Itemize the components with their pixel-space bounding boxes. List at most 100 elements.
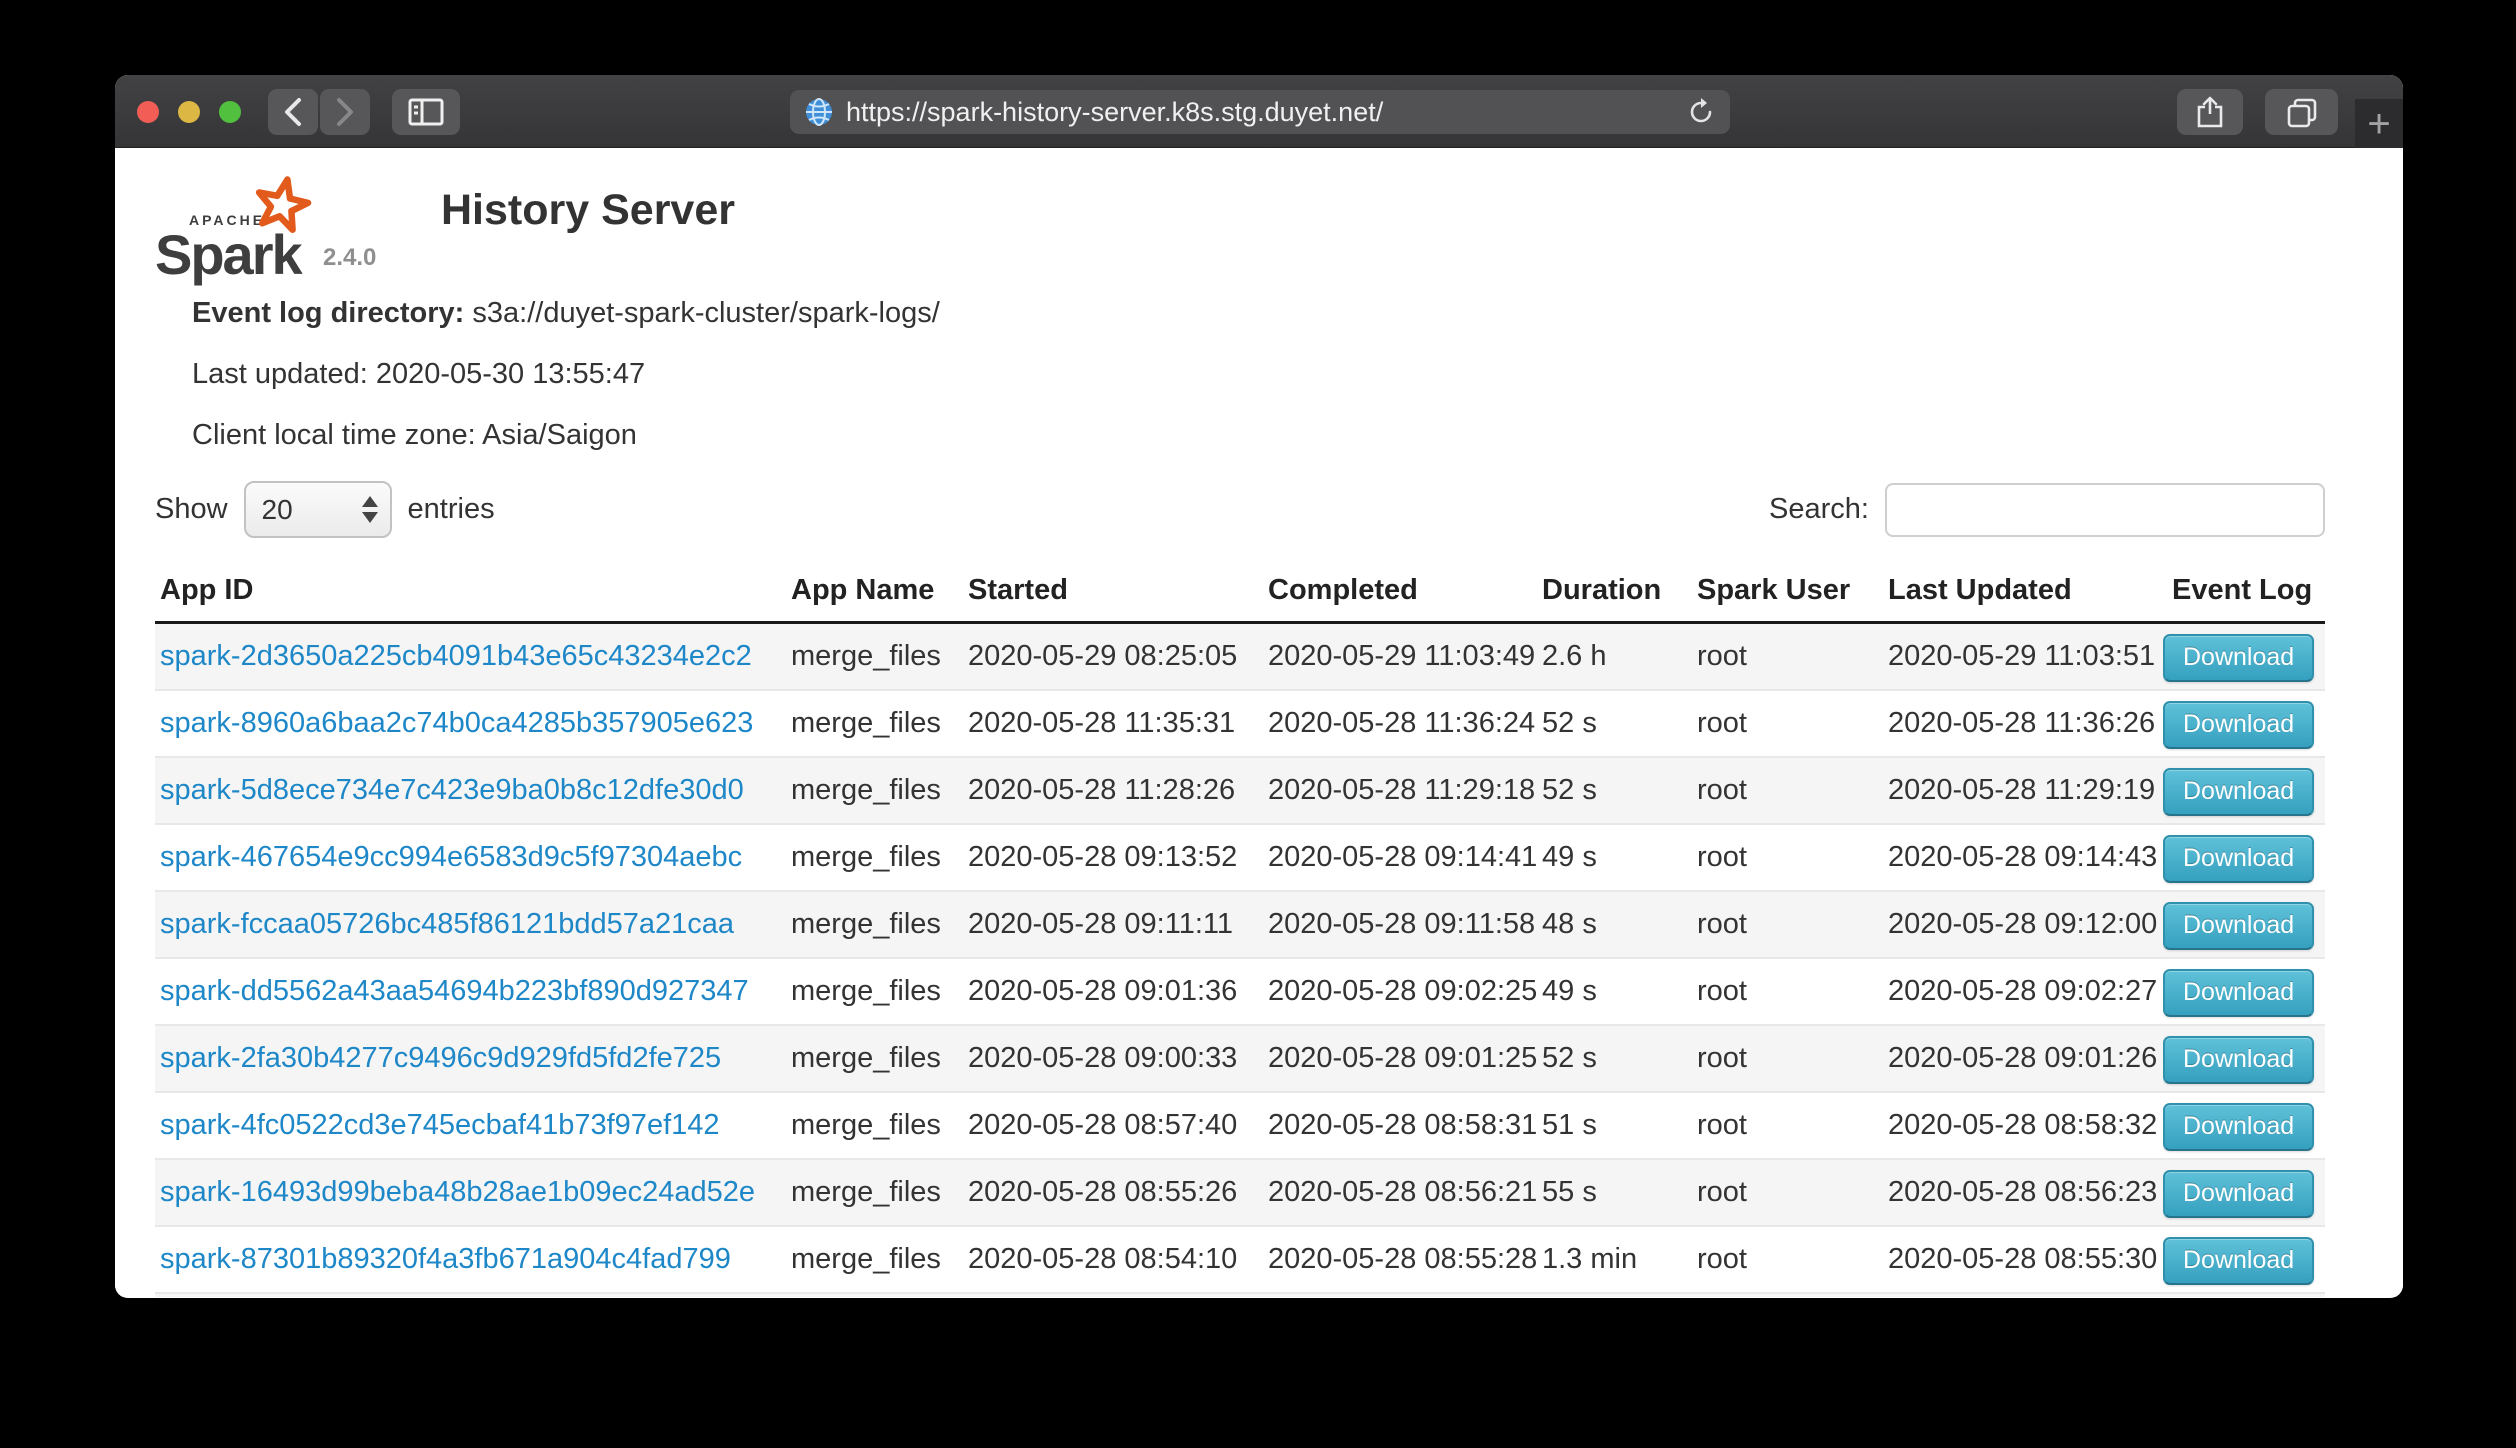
header-row: APACHE Spark 2.4.0 History Server xyxy=(155,172,2403,276)
started-cell: 2020-05-28 08:57:40 xyxy=(963,1092,1263,1159)
spark-user-cell: root xyxy=(1692,623,1883,691)
table-row: spark-fccaa05726bc485f86121bdd57a21caa m… xyxy=(155,891,2325,958)
download-button[interactable]: Download xyxy=(2163,969,2314,1017)
completed-cell: 2020-05-28 09:01:25 xyxy=(1263,1025,1537,1092)
started-cell: 2020-05-28 09:01:36 xyxy=(963,958,1263,1025)
app-id-link[interactable]: spark-16493d99beba48b28ae1b09ec24ad52e xyxy=(160,1176,755,1208)
event-log-directory-line: Event log directory: s3a://duyet-spark-c… xyxy=(192,298,2403,328)
close-window-button[interactable] xyxy=(137,101,159,123)
column-header-app-name[interactable]: App Name xyxy=(786,552,963,623)
share-icon xyxy=(2195,95,2225,129)
page-title: History Server xyxy=(441,186,735,235)
spark-user-cell: root xyxy=(1692,1159,1883,1226)
app-id-link[interactable]: spark-4fc0522cd3e745ecbaf41b73f97ef142 xyxy=(160,1109,720,1141)
reload-icon[interactable] xyxy=(1686,97,1716,127)
download-button[interactable]: Download xyxy=(2163,768,2314,816)
new-tab-button[interactable]: + xyxy=(2355,99,2403,148)
download-button[interactable]: Download xyxy=(2163,1036,2314,1084)
duration-cell: 55 s xyxy=(1537,1159,1692,1226)
server-info: Event log directory: s3a://duyet-spark-c… xyxy=(192,298,2403,450)
table-body: spark-2d3650a225cb4091b43e65c43234e2c2 m… xyxy=(155,623,2325,1298)
download-button[interactable]: Download xyxy=(2163,1170,2314,1218)
table-row: spark-16493d99beba48b28ae1b09ec24ad52e m… xyxy=(155,1159,2325,1226)
duration-cell: 51 s xyxy=(1537,1293,1692,1297)
download-button[interactable]: Download xyxy=(2163,1103,2314,1151)
app-id-link[interactable]: spark-fccaa05726bc485f86121bdd57a21caa xyxy=(160,908,734,940)
duration-cell: 52 s xyxy=(1537,690,1692,757)
address-bar[interactable]: https://spark-history-server.k8s.stg.duy… xyxy=(790,90,1730,134)
back-button[interactable] xyxy=(268,89,318,135)
column-header-last-updated[interactable]: Last Updated xyxy=(1883,552,2163,623)
download-button[interactable]: Download xyxy=(2163,701,2314,749)
table-row: spark-4fc0522cd3e745ecbaf41b73f97ef142 m… xyxy=(155,1092,2325,1159)
last-updated-cell: 2020-05-28 08:45:35 xyxy=(1883,1293,2163,1297)
started-cell: 2020-05-28 09:11:11 xyxy=(963,891,1263,958)
completed-cell: 2020-05-28 09:14:41 xyxy=(1263,824,1537,891)
column-header-spark-user[interactable]: Spark User xyxy=(1692,552,1883,623)
last-updated-cell: 2020-05-28 09:01:26 xyxy=(1883,1025,2163,1092)
app-id-link[interactable]: spark-8960a6baa2c74b0ca4285b357905e623 xyxy=(160,707,753,739)
spark-user-cell: root xyxy=(1692,1092,1883,1159)
duration-cell: 48 s xyxy=(1537,891,1692,958)
app-id-link[interactable]: spark-5d8ece734e7c423e9ba0b8c12dfe30d0 xyxy=(160,774,744,806)
share-button[interactable] xyxy=(2177,89,2243,135)
last-updated-cell: 2020-05-28 11:29:19 xyxy=(1883,757,2163,824)
app-id-link[interactable]: spark-dd5562a43aa54694b223bf890d927347 xyxy=(160,975,749,1007)
sidebar-icon xyxy=(408,97,444,127)
last-updated-cell: 2020-05-28 11:36:26 xyxy=(1883,690,2163,757)
duration-cell: 2.6 h xyxy=(1537,623,1692,691)
entries-select-value: 20 xyxy=(262,494,293,526)
sidebar-toggle-button[interactable] xyxy=(392,89,460,135)
download-button[interactable]: Download xyxy=(2163,902,2314,950)
download-button[interactable]: Download xyxy=(2163,634,2314,682)
app-name-cell: merge_files xyxy=(786,958,963,1025)
desktop-background: https://spark-history-server.k8s.stg.duy… xyxy=(0,0,2516,1448)
chevron-left-icon xyxy=(282,96,304,128)
fullscreen-window-button[interactable] xyxy=(219,101,241,123)
minimize-window-button[interactable] xyxy=(178,101,200,123)
search-control: Search: xyxy=(1769,483,2325,537)
url-text[interactable]: https://spark-history-server.k8s.stg.duy… xyxy=(846,97,1674,128)
app-id-link[interactable]: spark-87301b89320f4a3fb671a904c4fad799 xyxy=(160,1243,731,1275)
app-id-link[interactable]: spark-467654e9cc994e6583d9c5f97304aebc xyxy=(160,841,742,873)
forward-button[interactable] xyxy=(320,89,370,135)
browser-titlebar[interactable]: https://spark-history-server.k8s.stg.duy… xyxy=(115,75,2403,148)
started-cell: 2020-05-28 08:55:26 xyxy=(963,1159,1263,1226)
show-label: Show xyxy=(155,493,228,526)
spark-user-cell: root xyxy=(1692,1226,1883,1293)
app-id-link[interactable]: spark-2fa30b4277c9496c9d929fd5fd2fe725 xyxy=(160,1042,721,1074)
last-updated-cell: 2020-05-28 09:02:27 xyxy=(1883,958,2163,1025)
column-header-completed[interactable]: Completed xyxy=(1263,552,1537,623)
app-name-cell: merge_files xyxy=(786,891,963,958)
app-name-cell: merge_files xyxy=(786,623,963,691)
search-input[interactable] xyxy=(1885,483,2325,537)
globe-icon xyxy=(804,97,834,127)
column-header-event-log[interactable]: Event Log xyxy=(2163,552,2325,623)
download-button[interactable]: Download xyxy=(2163,835,2314,883)
app-name-cell: merge_files xyxy=(786,824,963,891)
last-updated-line: Last updated: 2020-05-30 13:55:47 xyxy=(192,359,2403,389)
entries-select[interactable]: 20 xyxy=(244,481,392,538)
duration-cell: 51 s xyxy=(1537,1092,1692,1159)
completed-cell: 2020-05-28 08:45:34 xyxy=(1263,1293,1537,1297)
app-name-cell: merge_files xyxy=(786,1293,963,1297)
duration-cell: 52 s xyxy=(1537,1025,1692,1092)
completed-cell: 2020-05-28 08:55:28 xyxy=(1263,1226,1537,1293)
completed-cell: 2020-05-28 08:58:31 xyxy=(1263,1092,1537,1159)
table-row: spark-467654e9cc994e6583d9c5f97304aebc m… xyxy=(155,824,2325,891)
app-name-cell: merge_files xyxy=(786,1159,963,1226)
traffic-lights xyxy=(137,101,241,123)
spark-logo[interactable]: APACHE Spark 2.4.0 xyxy=(155,172,405,276)
app-id-link[interactable]: spark-2d3650a225cb4091b43e65c43234e2c2 xyxy=(160,640,752,672)
applications-table: App ID App Name Started Completed Durati… xyxy=(155,552,2325,1297)
column-header-app-id[interactable]: App ID xyxy=(155,552,786,623)
column-header-started[interactable]: Started xyxy=(963,552,1263,623)
column-header-duration[interactable]: Duration xyxy=(1537,552,1692,623)
show-all-tabs-button[interactable] xyxy=(2265,89,2338,135)
event-log-directory-label: Event log directory: xyxy=(192,297,464,329)
spark-user-cell: root xyxy=(1692,1025,1883,1092)
spark-user-cell: root xyxy=(1692,958,1883,1025)
download-button[interactable]: Download xyxy=(2163,1237,2314,1285)
app-name-cell: merge_files xyxy=(786,1226,963,1293)
show-entries-control: Show 20 entries xyxy=(155,481,495,538)
